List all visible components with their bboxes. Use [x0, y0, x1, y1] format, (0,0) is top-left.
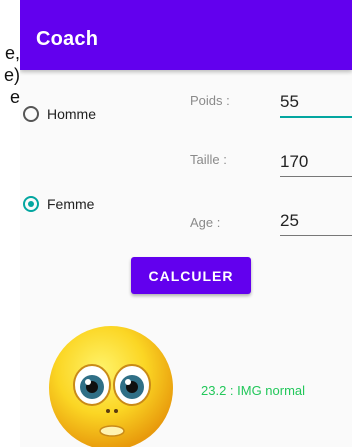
- radio-homme-label: Homme: [47, 106, 97, 122]
- app-title: Coach: [36, 28, 99, 50]
- phone-screen: Coach Homme Femme Poids : Taille : Age :…: [20, 0, 352, 447]
- poids-label: Poids :: [190, 93, 230, 108]
- background-text-line: e,: [4, 43, 20, 63]
- radio-homme[interactable]: Homme: [23, 106, 96, 122]
- result-text: 23.2 : IMG normal: [201, 383, 306, 398]
- radio-femme-label: Femme: [47, 196, 95, 212]
- background-window-text: e, e) e: [0, 42, 20, 108]
- age-label: Age :: [190, 215, 221, 230]
- app-bar: Coach: [20, 0, 352, 70]
- calculer-button[interactable]: CALCULER: [131, 257, 251, 294]
- age-input[interactable]: [280, 207, 352, 236]
- poids-input[interactable]: [280, 88, 352, 118]
- background-text-line: e): [3, 65, 20, 85]
- radio-unchecked-icon: [23, 106, 39, 122]
- smiley-face-icon: [49, 326, 173, 447]
- background-text-line: e: [9, 87, 20, 107]
- radio-checked-icon: [23, 196, 39, 212]
- taille-input[interactable]: [280, 148, 352, 177]
- radio-femme[interactable]: Femme: [23, 196, 94, 212]
- calculer-button-label: CALCULER: [148, 267, 234, 284]
- taille-label: Taille :: [190, 152, 227, 167]
